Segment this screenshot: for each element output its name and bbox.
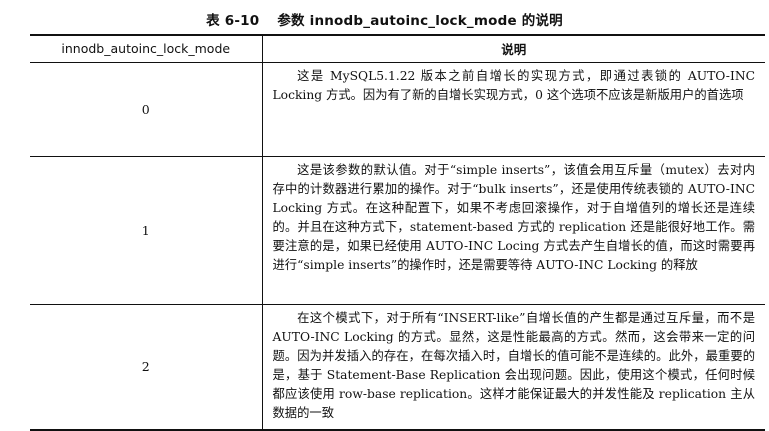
table-row: 2 在这个模式下，对于所有“INSERT-like”自增长值的产生都是通过互斥量… (30, 304, 765, 431)
table-row: 1 这是该参数的默认值。对于“simple inserts”，该值会用互斥量（m… (30, 156, 765, 305)
header-description: 说明 (262, 34, 765, 63)
mode-value: 2 (30, 304, 263, 431)
mode-description-cell: 这是该参数的默认值。对于“simple inserts”，该值会用互斥量（mut… (262, 156, 765, 305)
table-header-row: innodb_autoinc_lock_mode 说明 (30, 34, 765, 63)
mode-description-cell: 这是 MySQL5.1.22 版本之前自增长的实现方式，即通过表锁的 AUTO-… (262, 62, 765, 157)
mode-description-cell: 在这个模式下，对于所有“INSERT-like”自增长值的产生都是通过互斥量，而… (262, 304, 765, 431)
table-number: 表 6-10 (206, 13, 260, 29)
table-title: 参数 innodb_autoinc_lock_mode 的说明 (277, 13, 563, 29)
mode-value: 0 (30, 62, 263, 157)
parameter-table: innodb_autoinc_lock_mode 说明 0 这是 MySQL5.… (30, 34, 765, 431)
mode-description: 在这个模式下，对于所有“INSERT-like”自增长值的产生都是通过互斥量，而… (272, 310, 756, 420)
mode-value: 1 (30, 156, 263, 305)
table-row: 0 这是 MySQL5.1.22 版本之前自增长的实现方式，即通过表锁的 AUT… (30, 62, 765, 157)
header-mode: innodb_autoinc_lock_mode (30, 34, 263, 63)
mode-description: 这是该参数的默认值。对于“simple inserts”，该值会用互斥量（mut… (272, 162, 756, 272)
table-caption: 表 6-10 参数 innodb_autoinc_lock_mode 的说明 (0, 9, 769, 29)
mode-description: 这是 MySQL5.1.22 版本之前自增长的实现方式，即通过表锁的 AUTO-… (272, 68, 756, 102)
